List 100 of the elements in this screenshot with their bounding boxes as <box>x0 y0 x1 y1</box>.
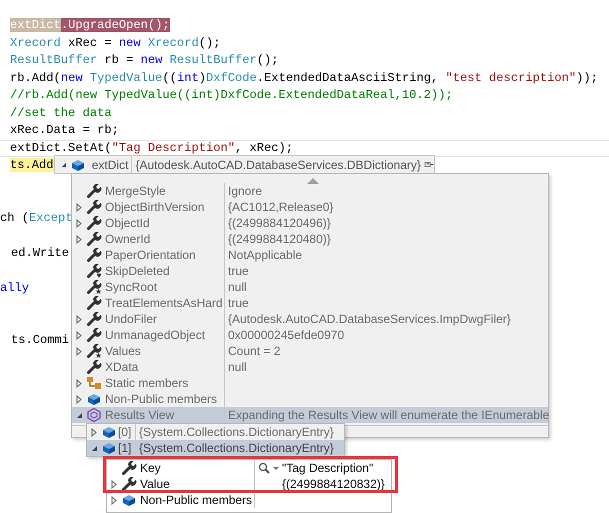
collapsed-arrow-icon[interactable] <box>75 378 83 388</box>
cube-icon <box>86 391 102 407</box>
member-name: [1] <box>118 441 132 455</box>
member-row[interactable]: ObjectBirthVersion {AC1012,Release0} <box>72 199 548 215</box>
member-row[interactable]: Non-Public members <box>107 492 391 508</box>
member-row[interactable]: OwnerId {(2499884120480)} <box>72 231 548 247</box>
member-row[interactable]: [1] {System.Collections.DictionaryEntry} <box>87 440 344 456</box>
code-line: ch (Except <box>0 210 73 224</box>
code-line: rb.Add(new TypedValue((int)DxfCode.ExtendedDataAsciiString, "test description")); <box>10 70 598 84</box>
member-name: UndoFiler <box>105 312 158 326</box>
member-value: true <box>228 295 249 311</box>
wrench-icon <box>86 359 102 375</box>
member-name: SyncRoot <box>105 280 158 294</box>
wrench-icon <box>121 460 137 476</box>
wrench-icon <box>86 295 102 311</box>
member-name: XData <box>105 360 138 374</box>
wrench-icon <box>86 311 102 327</box>
collapsed-arrow-icon[interactable] <box>75 314 83 324</box>
code-line: extDict.SetAt("Tag Description", xRec); <box>10 140 294 154</box>
collapsed-arrow-icon[interactable] <box>75 234 83 244</box>
cube-icon <box>101 440 117 456</box>
member-name: MergeStyle <box>105 184 166 198</box>
variable-name: extDict <box>92 156 128 174</box>
member-value: {AC1012,Release0} <box>228 199 334 215</box>
member-row[interactable]: Value {(2499884120832)} <box>107 476 391 492</box>
collapsed-arrow-icon[interactable] <box>110 496 118 504</box>
member-value: {(2499884120832)} <box>282 476 385 492</box>
cube-icon <box>101 424 117 440</box>
caret-icon[interactable] <box>273 466 279 470</box>
expanded-arrow-icon[interactable] <box>75 410 83 420</box>
member-value: NotApplicable <box>228 247 302 263</box>
collapsed-arrow-icon[interactable] <box>75 218 83 228</box>
member-value: {Autodesk.AutoCAD.DatabaseServices.ImpDwgFiler} <box>228 311 511 327</box>
member-name: Non-Public members <box>140 493 252 507</box>
wrench-icon <box>86 215 102 231</box>
member-row[interactable]: SkipDeleted true <box>72 263 548 279</box>
member-name: Static members <box>105 376 188 390</box>
member-value: {System.Collections.DictionaryEntry} <box>139 440 334 456</box>
member-value: Expanding the Results View will enumerate the IEnumerable <box>228 407 550 423</box>
static-members-icon <box>86 375 102 391</box>
member-name: ObjectId <box>105 216 150 230</box>
code-line: ts.Commi <box>11 333 70 347</box>
wrench-icon <box>121 476 137 492</box>
code-line: xRec.Data = rb; <box>10 123 119 137</box>
expanded-arrow-icon[interactable] <box>90 444 98 452</box>
collapsed-arrow-icon[interactable] <box>75 394 83 404</box>
member-name: Key <box>140 461 161 475</box>
member-row[interactable]: PaperOrientation NotApplicable <box>72 247 548 263</box>
member-name: Non-Public members <box>105 392 218 406</box>
wrench-icon <box>86 247 102 263</box>
member-value: Ignore <box>228 183 262 199</box>
member-row[interactable]: Key "Tag Description" <box>107 460 391 476</box>
member-row[interactable]: UndoFiler {Autodesk.AutoCAD.DatabaseServices.ImpDwgFiler} <box>72 311 548 327</box>
member-value: null <box>228 359 247 375</box>
code-line: //set the data <box>10 106 112 120</box>
wrench-icon <box>86 327 102 343</box>
code-line: ed.Write <box>11 246 70 260</box>
member-name: ObjectBirthVersion <box>105 200 204 214</box>
member-name: TreatElementsAsHard <box>105 296 223 310</box>
member-row[interactable]: Values Count = 2 <box>72 343 548 359</box>
code-line: ally <box>0 280 30 294</box>
member-row[interactable]: XData null <box>72 359 548 375</box>
member-value: {(2499884120480)} <box>228 231 331 247</box>
collapsed-arrow-icon[interactable] <box>110 480 118 488</box>
hexagon-icon <box>86 407 102 423</box>
code-line: //rb.Add(new TypedValue((int)DxfCode.ExtendedDataReal,10.2)); <box>10 88 453 102</box>
member-name: PaperOrientation <box>105 248 196 262</box>
collapsed-arrow-icon[interactable] <box>75 330 83 340</box>
collapsed-arrow-icon[interactable] <box>90 428 98 436</box>
wrench-star-icon <box>86 279 102 295</box>
code-line: extDict.UpgradeOpen(); <box>10 18 170 32</box>
member-row[interactable]: TreatElementsAsHard true <box>72 295 548 311</box>
member-name: Value <box>140 477 170 491</box>
member-row[interactable]: UnmanagedObject 0x00000245efde0970 <box>72 327 548 343</box>
member-row[interactable]: MergeStyle Ignore <box>72 183 548 199</box>
member-row[interactable]: ObjectId {(2499884120496)} <box>72 215 548 231</box>
member-name: OwnerId <box>105 232 150 246</box>
wrench-heart-icon <box>86 263 102 279</box>
member-row[interactable]: Static members <box>72 375 548 391</box>
member-name: [0] <box>118 425 132 439</box>
pin-icon[interactable] <box>424 159 434 170</box>
member-value: null <box>228 279 247 295</box>
collapsed-arrow-icon[interactable] <box>75 202 83 212</box>
code-line: ResultBuffer rb = new ResultBuffer(); <box>10 53 279 67</box>
search-icon[interactable] <box>258 462 270 474</box>
collapsed-arrow-icon[interactable] <box>75 346 83 356</box>
wrench-star-icon <box>86 343 102 359</box>
member-name: SkipDeleted <box>105 264 170 278</box>
member-value: {(2499884120496)} <box>228 215 331 231</box>
wrench-icon <box>86 199 102 215</box>
member-row[interactable]: SyncRoot null <box>72 279 548 295</box>
member-name: Results View <box>105 408 174 422</box>
expanded-arrow-icon[interactable] <box>61 160 67 168</box>
member-value: 0x00000245efde0970 <box>228 327 344 343</box>
member-name: UnmanagedObject <box>105 328 206 342</box>
member-value: Count = 2 <box>228 343 280 359</box>
member-row[interactable]: Results View Expanding the Results View will enumerate the IEnumerable <box>72 407 548 423</box>
wrench-icon <box>86 231 102 247</box>
wrench-icon <box>86 183 102 199</box>
code-line: Xrecord xRec = new Xrecord(); <box>10 36 220 50</box>
